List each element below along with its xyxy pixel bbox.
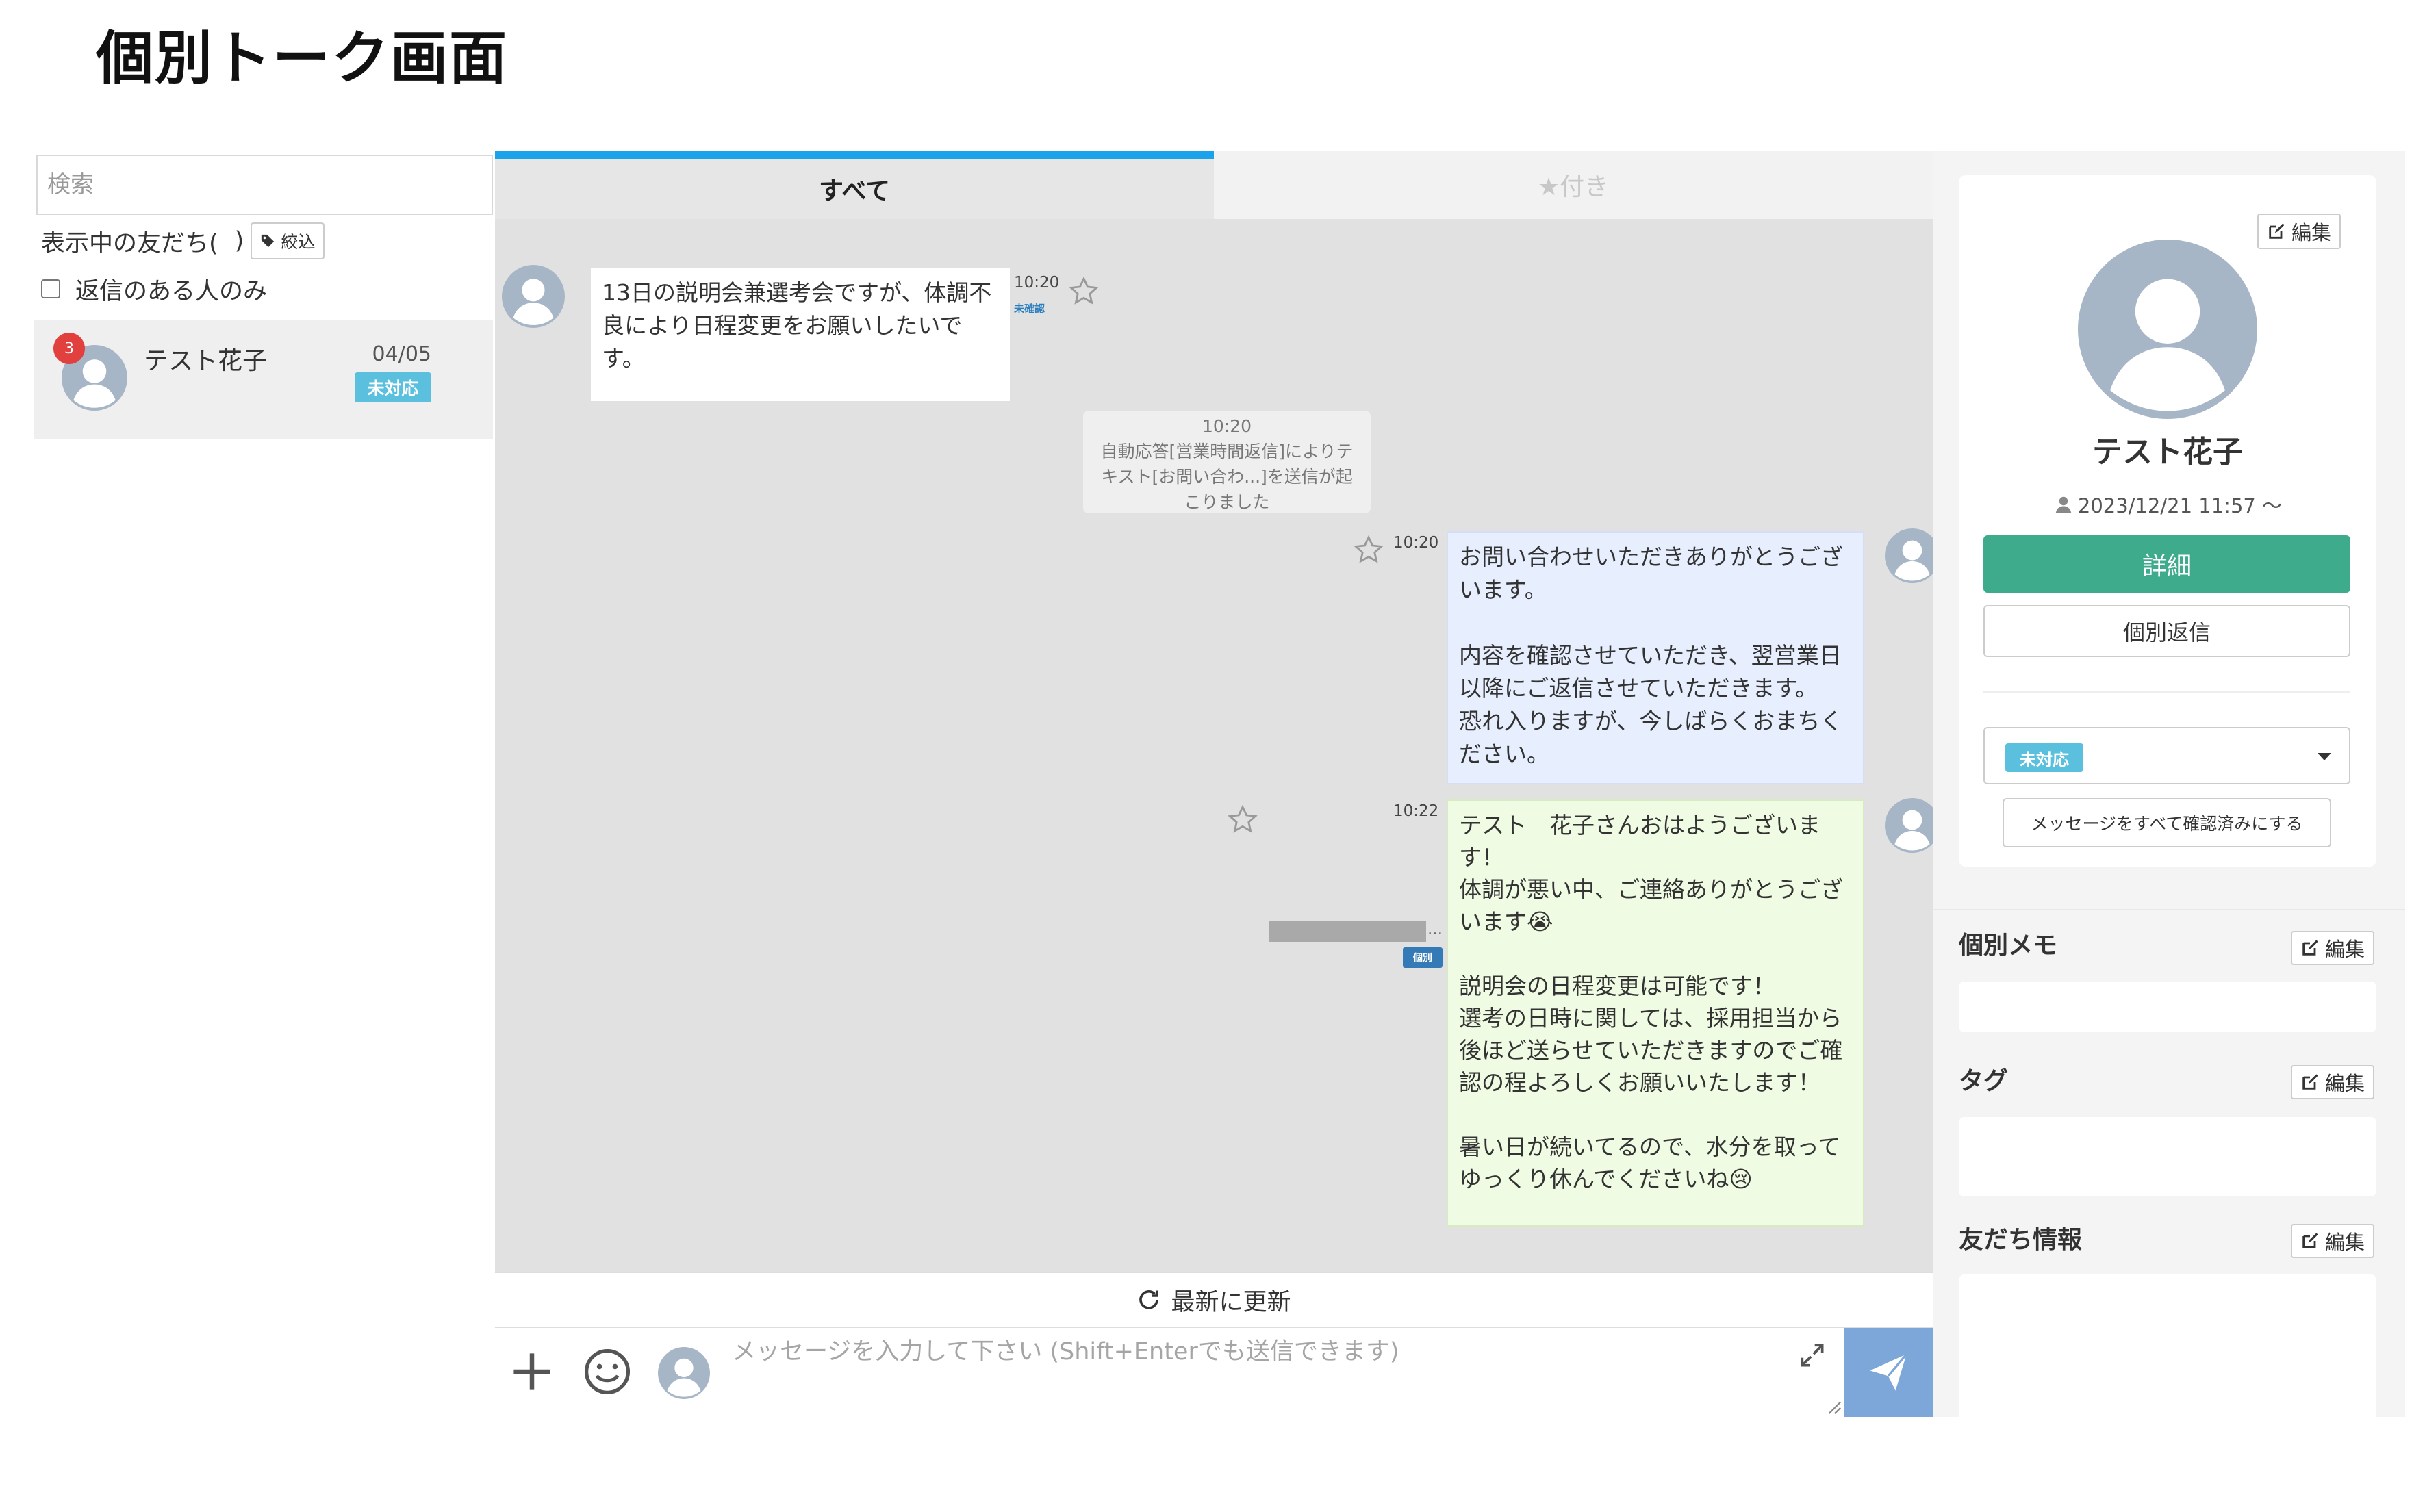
message-input[interactable] bbox=[725, 1328, 1783, 1417]
profile-panel: 編集 テスト花子 2023/12/21 11:57 〜 詳細 個別返信 未対応 … bbox=[1933, 151, 2405, 1417]
send-button[interactable] bbox=[1844, 1328, 1933, 1417]
message-time: 10:20 bbox=[1014, 274, 1060, 292]
profile-follow-date: 2023/12/21 11:57 〜 bbox=[1959, 490, 2376, 519]
message-time: 10:22 bbox=[1393, 802, 1439, 820]
edit-label: 編集 bbox=[2291, 221, 2332, 244]
resize-grip-icon[interactable] bbox=[1823, 1396, 1842, 1415]
unread-count-badge: 3 bbox=[53, 333, 85, 364]
filter-button[interactable]: 絞込 bbox=[251, 222, 325, 259]
send-icon bbox=[1870, 1353, 1907, 1391]
friends-showing-close: ) bbox=[234, 227, 244, 255]
status-badge: 未対応 bbox=[355, 372, 431, 402]
friends-showing-row: 表示中の友だち( ) 絞込 bbox=[41, 220, 325, 261]
individual-reply-button[interactable]: 個別返信 bbox=[1983, 605, 2350, 657]
message-line: 恐れ入りますが、今しばらくおまちください。 bbox=[1459, 708, 1843, 767]
tag-box bbox=[1959, 1117, 2376, 1196]
message-line: お問い合わせいただきありがとうございます。 bbox=[1459, 543, 1843, 603]
message-list: 13日の説明会兼選考会ですが、体調不良により日程変更をお願いしたいです。 10:… bbox=[495, 219, 1933, 1272]
edit-icon bbox=[2302, 1233, 2318, 1248]
memo-section-title: 個別メモ bbox=[1959, 932, 2058, 960]
friend-last-date: 04/05 bbox=[372, 342, 431, 366]
edit-icon bbox=[2302, 1074, 2318, 1090]
reply-only-label: 返信のある人のみ bbox=[75, 277, 268, 305]
profile-follow-date-text: 2023/12/21 11:57 〜 bbox=[2077, 494, 2283, 517]
system-notice-time: 10:20 bbox=[1202, 416, 1252, 436]
star-icon[interactable] bbox=[1352, 534, 1385, 567]
edit-label: 編集 bbox=[2325, 1231, 2365, 1254]
mark-all-read-button[interactable]: メッセージをすべて確認済みにする bbox=[2003, 798, 2331, 847]
refresh-label: 最新に更新 bbox=[1171, 1288, 1291, 1316]
read-status-label: 未確認 bbox=[1014, 303, 1045, 315]
edit-icon bbox=[2269, 223, 2285, 239]
profile-avatar bbox=[2078, 240, 2257, 419]
message-bubble-outgoing: テスト 花子さんおはようございます！ 体調が悪い中、ご連絡ありがとうございます😭… bbox=[1447, 799, 1864, 1227]
caret-down-icon bbox=[2318, 753, 2331, 760]
friend-name: テスト花子 bbox=[144, 347, 268, 375]
sender-avatar bbox=[502, 265, 565, 328]
system-notice-text: 自動応答[営業時間返信]によりテキスト[お問い合わ...]を送信が起こりました bbox=[1100, 441, 1354, 512]
status-badge: 未対応 bbox=[2005, 743, 2083, 772]
memo-edit-button[interactable]: 編集 bbox=[2291, 931, 2375, 965]
message-line: 内容を確認させていただき、翌営業日以降にご返信させていただきます。 bbox=[1459, 642, 1842, 702]
chat-tabs: すべて ★付き bbox=[495, 151, 1933, 219]
reply-only-checkbox[interactable] bbox=[41, 279, 60, 298]
status-select[interactable]: 未対応 bbox=[1983, 727, 2350, 784]
friends-showing-label: 表示中の友だち( bbox=[41, 229, 218, 257]
profile-name: テスト花子 bbox=[2092, 435, 2243, 470]
tab-starred[interactable]: ★付き bbox=[1214, 151, 1933, 219]
message-line-blank bbox=[1459, 938, 1852, 970]
chat-panel: すべて ★付き 13日の説明会兼選考会ですが、体調不良により日程変更をお願いした… bbox=[495, 151, 1933, 1417]
message-line: 選考の日時に関しては、採用担当から後ほど送らせていただきますのでご確認の程よろし… bbox=[1459, 1005, 1843, 1096]
sender-type-badge: 個別 bbox=[1403, 947, 1443, 968]
tag-section-title: タグ bbox=[1959, 1067, 2009, 1095]
friend-info-edit-button[interactable]: 編集 bbox=[2291, 1224, 2375, 1258]
memo-box[interactable] bbox=[1959, 982, 2376, 1032]
edit-label: 編集 bbox=[2325, 1072, 2365, 1095]
friend-list-item[interactable]: 3 テスト花子 04/05 未対応 bbox=[34, 320, 493, 439]
refresh-icon bbox=[1139, 1290, 1159, 1309]
page-title: 個別トーク画面 bbox=[96, 25, 509, 92]
staff-avatar bbox=[1885, 528, 1933, 583]
message-line: 暑い日が続いてるので、水分を取ってゆっくり休んでくださいね😢 bbox=[1459, 1133, 1841, 1192]
staff-avatar bbox=[1885, 798, 1933, 853]
sender-select-avatar[interactable] bbox=[658, 1347, 710, 1399]
emoji-icon[interactable] bbox=[581, 1346, 633, 1398]
message-line: 体調が悪い中、ご連絡ありがとうございます😭 bbox=[1459, 876, 1843, 935]
message-line: テスト 花子さんおはようございます！ bbox=[1459, 812, 1820, 871]
divider bbox=[1983, 691, 2350, 693]
friend-list-panel: 表示中の友だち( ) 絞込 返信のある人のみ 3 テスト花子 04/05 未対応 bbox=[34, 152, 493, 1418]
message-line: 説明会の日程変更は可能です！ bbox=[1459, 973, 1775, 999]
profile-card: 編集 テスト花子 2023/12/21 11:57 〜 詳細 個別返信 未対応 … bbox=[1959, 175, 2376, 867]
filter-button-label: 絞込 bbox=[281, 232, 316, 252]
message-line-blank bbox=[1459, 1099, 1852, 1131]
friend-info-box bbox=[1959, 1274, 2376, 1417]
search-input[interactable] bbox=[36, 155, 493, 215]
tag-edit-button[interactable]: 編集 bbox=[2291, 1065, 2375, 1099]
edit-label: 編集 bbox=[2325, 938, 2365, 961]
star-icon[interactable] bbox=[1067, 275, 1100, 308]
message-time: 10:20 bbox=[1393, 534, 1439, 552]
message-bubble-outgoing: お問い合わせいただきありがとうございます。 内容を確認させていただき、翌営業日以… bbox=[1447, 531, 1864, 784]
expand-icon[interactable] bbox=[1797, 1340, 1827, 1370]
friend-info-section-title: 友だち情報 bbox=[1959, 1226, 2083, 1254]
sender-name-ellipsis: … bbox=[1427, 921, 1443, 938]
tag-icon bbox=[262, 234, 275, 248]
message-bubble-incoming: 13日の説明会兼選考会ですが、体調不良により日程変更をお願いしたいです。 bbox=[591, 268, 1010, 401]
edit-icon bbox=[2302, 940, 2318, 956]
system-notice: 10:20 自動応答[営業時間返信]によりテキスト[お問い合わ...]を送信が起… bbox=[1083, 411, 1371, 513]
person-icon bbox=[2055, 496, 2072, 513]
tab-all[interactable]: すべて bbox=[495, 151, 1214, 219]
message-line-blank bbox=[1459, 606, 1852, 639]
sender-name-redacted bbox=[1269, 921, 1426, 942]
refresh-button[interactable]: 最新に更新 bbox=[495, 1272, 1933, 1328]
plus-icon[interactable] bbox=[506, 1346, 558, 1398]
reply-only-row: 返信のある人のみ bbox=[41, 268, 267, 309]
star-icon[interactable] bbox=[1226, 804, 1259, 836]
detail-button[interactable]: 詳細 bbox=[1983, 535, 2350, 593]
message-composer bbox=[495, 1328, 1933, 1417]
divider bbox=[1933, 909, 2405, 910]
profile-edit-button[interactable]: 編集 bbox=[2257, 214, 2341, 249]
